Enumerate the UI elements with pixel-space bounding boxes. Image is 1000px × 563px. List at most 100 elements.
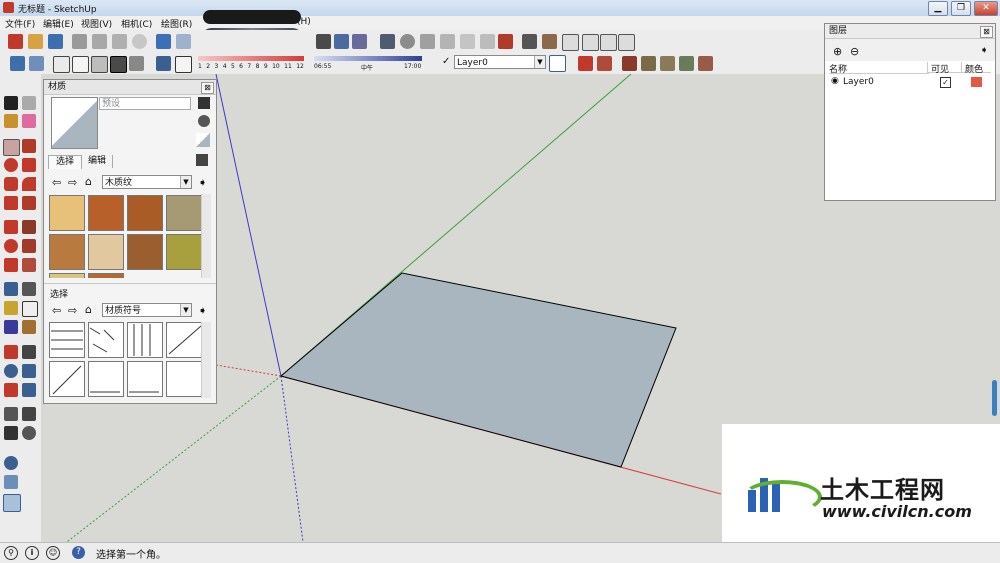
pan-tool-icon[interactable] (22, 345, 36, 359)
material-swatch[interactable] (166, 195, 202, 231)
layer-dropdown[interactable]: Layer0 ▼ (454, 55, 546, 69)
style-monochrome-icon[interactable] (129, 56, 144, 71)
arc-tool-icon[interactable] (22, 177, 36, 191)
zoom-extents-icon[interactable] (4, 383, 18, 397)
geo-location-icon[interactable]: ⚲ (4, 546, 18, 560)
menu-view[interactable]: 视图(V) (81, 17, 112, 30)
layer-color-swatch[interactable] (971, 77, 982, 87)
style-back-edges-icon[interactable] (29, 56, 44, 71)
material-swatch[interactable] (166, 234, 202, 270)
house-icon[interactable] (562, 34, 579, 51)
details-arrow-icon[interactable]: ➧ (980, 45, 988, 56)
panel-close-button[interactable]: ⊠ (980, 26, 993, 38)
display-icon[interactable] (198, 97, 210, 109)
style-shaded-icon[interactable] (91, 56, 108, 73)
material-swatch[interactable] (49, 195, 85, 231)
layer-name[interactable]: Layer0 (843, 77, 874, 87)
swatch-scrollbar[interactable] (201, 194, 211, 278)
column-header-visible[interactable]: 可见 (927, 62, 961, 75)
save-icon[interactable] (48, 34, 63, 49)
camera-icon[interactable] (316, 34, 331, 49)
tool-d-icon[interactable] (480, 34, 495, 49)
protractor-icon[interactable] (4, 301, 18, 315)
erase-icon[interactable] (132, 34, 147, 49)
view-right-icon[interactable] (600, 34, 617, 51)
material-swatch[interactable] (88, 273, 124, 278)
close-button[interactable]: ✕ (974, 1, 998, 16)
menu-edit[interactable]: 编辑(E) (43, 17, 74, 30)
active-layer-radio-icon[interactable]: ◉ (831, 76, 839, 86)
walk-tool-icon[interactable] (4, 426, 18, 440)
tool-b-icon[interactable] (440, 34, 455, 49)
orbit-tool-icon[interactable] (4, 345, 18, 359)
zoom-slider-indicator[interactable] (992, 380, 997, 416)
dimension-icon[interactable] (22, 282, 36, 296)
view-front-icon[interactable] (582, 34, 599, 51)
material-swatch[interactable] (49, 234, 85, 270)
open-file-icon[interactable] (28, 34, 43, 49)
layer-manager-icon[interactable] (549, 55, 566, 72)
look-around-icon[interactable] (22, 407, 36, 421)
section-plane-tool-icon[interactable] (22, 426, 36, 440)
material-swatch[interactable] (88, 234, 124, 270)
library-dropdown[interactable]: 木质纹 ▼ (102, 175, 192, 189)
home-icon[interactable]: ⌂ (85, 175, 92, 188)
material-name-input[interactable]: 预设 (99, 97, 191, 110)
remove-layer-icon[interactable]: ⊖ (850, 45, 859, 58)
solid-subtract-icon[interactable] (660, 56, 675, 71)
select-arrow-icon[interactable] (4, 96, 18, 110)
add-layer-icon[interactable]: ⊕ (833, 45, 842, 58)
eyedropper-icon[interactable] (196, 154, 208, 166)
details-arrow-icon[interactable]: ➧ (198, 176, 207, 189)
credits-icon[interactable]: i (25, 546, 39, 560)
style-hidden-line-icon[interactable] (72, 56, 89, 73)
shadow-time-slider[interactable]: 06:55 中午 17:00 (314, 54, 424, 72)
text-tool-icon[interactable] (22, 301, 38, 317)
shadow-toggle-icon[interactable] (156, 56, 171, 71)
column-header-color[interactable]: 颜色 (961, 62, 991, 75)
pattern-scrollbar[interactable] (201, 322, 211, 398)
material-swatch[interactable] (49, 273, 85, 278)
tool-c-icon[interactable] (460, 34, 475, 49)
offset-tool-icon[interactable] (22, 258, 36, 272)
tab-edit[interactable]: 编辑 (82, 155, 113, 168)
section-display-icon[interactable] (597, 56, 612, 71)
push-pull-icon[interactable] (22, 220, 36, 234)
minimize-button[interactable]: ▁ (928, 1, 948, 16)
photo-textures-icon[interactable] (4, 475, 18, 489)
geolocation-icon[interactable] (4, 456, 18, 470)
move-tool-icon[interactable] (4, 220, 18, 234)
arc3-tool-icon[interactable] (22, 196, 36, 210)
back-arrow-icon[interactable]: ⇦ (52, 176, 61, 189)
shadow-date-slider[interactable]: 1 2 3 4 5 6 7 8 9 10 11 12 (198, 54, 306, 72)
cut-icon[interactable] (72, 34, 87, 49)
camera2-icon[interactable] (334, 34, 349, 49)
solid-intersect-icon[interactable] (641, 56, 656, 71)
component-icon[interactable] (542, 34, 557, 49)
user-icon[interactable]: ☺ (46, 546, 60, 560)
zoom-window-icon[interactable] (22, 364, 36, 378)
layer-visible-checkbox[interactable]: ✓ (940, 77, 951, 88)
home-icon[interactable]: ⌂ (85, 303, 92, 316)
solid-trim-icon[interactable] (679, 56, 694, 71)
menu-camera[interactable]: 相机(C) (121, 17, 152, 30)
style-textured-icon[interactable] (110, 56, 127, 73)
tool-e-icon[interactable] (498, 34, 513, 49)
pie-tool-icon[interactable] (4, 196, 18, 210)
component-tool-icon[interactable] (22, 96, 36, 110)
follow-me-icon[interactable] (22, 239, 36, 253)
sandbox-icon[interactable] (380, 34, 395, 49)
redo-icon[interactable] (176, 34, 191, 49)
axes-tool-icon[interactable] (4, 320, 18, 334)
rectangle-tool-icon[interactable] (3, 139, 20, 156)
menu-file[interactable]: 文件(F) (5, 17, 35, 30)
tape-measure-icon[interactable] (4, 282, 18, 296)
back-arrow-icon[interactable]: ⇦ (52, 304, 61, 317)
orbit-icon[interactable] (400, 34, 415, 49)
details-arrow-icon[interactable]: ➧ (198, 304, 207, 317)
library2-dropdown[interactable]: 材质符号 ▼ (102, 303, 192, 317)
material-swatch[interactable] (88, 195, 124, 231)
paste-icon[interactable] (112, 34, 127, 49)
line-tool-icon[interactable] (22, 139, 36, 153)
section-plane-icon[interactable] (578, 56, 593, 71)
